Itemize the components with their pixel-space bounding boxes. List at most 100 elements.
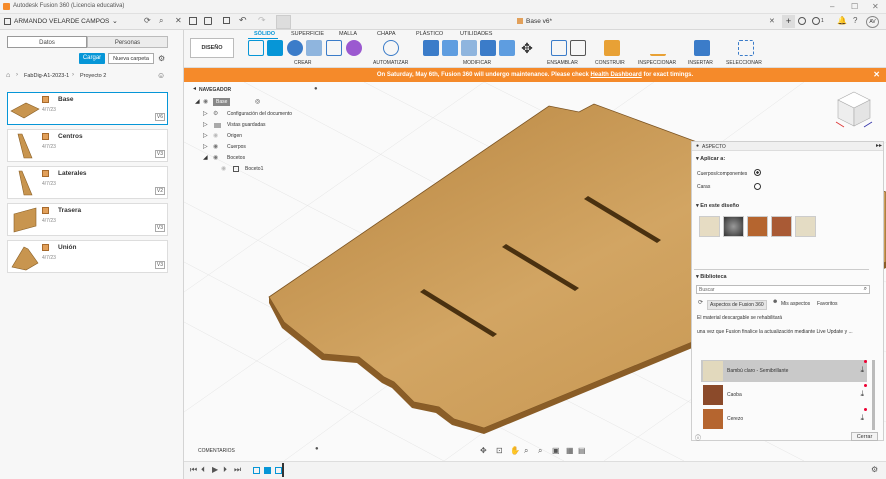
select-icon[interactable] — [738, 40, 754, 56]
avatar[interactable]: AV — [866, 16, 879, 28]
refresh-icon[interactable]: ⟳ — [698, 299, 703, 306]
version-badge[interactable]: V3 — [154, 261, 165, 269]
comments-pin-icon[interactable]: ● — [315, 446, 319, 452]
version-badge[interactable]: V3 — [154, 224, 165, 232]
bell-icon[interactable]: 🔔 — [837, 16, 847, 25]
tab-sheetmetal[interactable]: CHAPA — [377, 31, 396, 37]
measure-icon[interactable] — [650, 40, 666, 56]
sketch-feature-icon[interactable] — [253, 467, 260, 474]
viewcube-icon[interactable] — [834, 88, 874, 132]
group-modify[interactable]: MODIFICAR — [463, 60, 491, 66]
close-banner-icon[interactable]: ✕ — [873, 68, 880, 82]
tab-mesh[interactable]: MALLA — [339, 31, 357, 37]
group-automate[interactable]: AUTOMATIZAR — [373, 60, 408, 66]
job-status-icon[interactable] — [812, 17, 820, 25]
tab-plastic[interactable]: PLÁSTICO — [416, 31, 443, 37]
user-name[interactable]: ARMANDO VELARDE CAMPOS — [14, 18, 109, 25]
undo-icon[interactable]: ↶ — [239, 15, 247, 26]
close-button[interactable]: Cerrar — [851, 432, 878, 441]
revolve-icon[interactable] — [287, 40, 303, 56]
new-folder-button[interactable]: Nueva carpeta — [108, 53, 154, 64]
collapse-icon[interactable]: ◂ — [193, 85, 196, 92]
workspace-dropdown[interactable]: DISEÑO — [190, 38, 234, 58]
expand-icon[interactable]: ▷ — [203, 120, 208, 130]
create-sketch-icon[interactable] — [248, 40, 264, 56]
fillet-icon[interactable] — [442, 40, 458, 56]
display-settings-icon[interactable]: ▣ — [552, 446, 560, 455]
form-icon[interactable] — [346, 40, 362, 56]
zoom-icon[interactable]: ⌕ — [524, 446, 528, 456]
extrude-icon[interactable] — [267, 40, 283, 56]
tab-solid[interactable]: SÓLIDO — [254, 31, 275, 37]
close-panel-icon[interactable]: ✕ — [175, 16, 182, 25]
expand-icon[interactable]: ◢ — [203, 153, 208, 163]
doc-tab-label[interactable]: Base v6* — [526, 18, 552, 25]
sketch-feature-icon[interactable] — [275, 467, 282, 474]
search-icon[interactable]: ⌕ — [864, 286, 867, 293]
redo-icon[interactable]: ↷ — [258, 15, 266, 26]
automate-icon[interactable] — [383, 40, 399, 56]
shell-icon[interactable] — [461, 40, 477, 56]
step-forward-icon[interactable]: ⏵ — [223, 465, 227, 475]
group-assemble[interactable]: ENSAMBLAR — [547, 60, 578, 66]
pan-icon[interactable]: ✋ — [510, 446, 520, 455]
group-inspect[interactable]: INSPECCIONAR — [638, 60, 676, 66]
look-icon[interactable]: ⊡ — [496, 446, 503, 455]
tab-fusion-appearances[interactable]: Aspectos de Fusion 360 — [707, 300, 767, 310]
tab-favorites[interactable]: Favoritos — [817, 301, 838, 307]
close-window-icon[interactable]: ✕ — [872, 2, 879, 11]
tab-people[interactable]: Personas — [87, 36, 168, 48]
tab-utilities[interactable]: UTILIDADES — [460, 31, 492, 37]
tab-surface[interactable]: SUPERFICIE — [291, 31, 324, 37]
new-tab-icon[interactable]: + — [782, 15, 795, 28]
info-icon[interactable]: ⓘ — [695, 433, 701, 442]
chevron-down-icon[interactable]: ⌄ — [112, 17, 118, 25]
home-icon[interactable]: ⌂ — [6, 72, 10, 79]
viewports-icon[interactable]: ▤ — [578, 446, 586, 455]
list-item[interactable]: Unión 4/7/23 V3 — [7, 240, 168, 273]
eye-icon[interactable]: ◉ — [213, 131, 218, 141]
play-icon[interactable]: ▶ — [212, 465, 218, 474]
file-icon[interactable] — [204, 17, 212, 25]
comments-bar[interactable]: COMENTARIOS ● — [193, 446, 323, 456]
swatch-cherry[interactable] — [747, 216, 768, 237]
combine-icon[interactable] — [480, 40, 496, 56]
expand-icon[interactable]: ▷ — [203, 131, 208, 141]
data-panel-icon[interactable] — [189, 17, 197, 25]
download-icon[interactable]: ⤓ — [860, 413, 864, 423]
expand-icon[interactable]: ▷ — [203, 142, 208, 152]
go-end-icon[interactable]: ⏭ — [234, 465, 241, 475]
download-icon[interactable]: ⤓ — [860, 389, 864, 399]
list-item[interactable]: Laterales 4/7/23 V2 — [7, 166, 168, 199]
faces-radio[interactable] — [754, 183, 761, 190]
tab-data[interactable]: Datos — [7, 36, 87, 48]
insert-image-icon[interactable] — [694, 40, 710, 56]
download-icon[interactable]: ⤓ — [860, 365, 864, 375]
offset-plane-icon[interactable] — [604, 40, 620, 56]
library-item[interactable]: Caoba ⤓ — [701, 384, 867, 406]
new-component-icon[interactable] — [551, 40, 567, 56]
save-icon[interactable] — [223, 17, 230, 24]
grid-settings-icon[interactable]: ▦ — [566, 446, 574, 455]
maximize-icon[interactable]: ☐ — [851, 2, 858, 11]
scrollbar[interactable] — [872, 360, 875, 430]
swatch-bamboo[interactable] — [699, 216, 720, 237]
list-item[interactable]: Base 4/7/23 V6 — [7, 92, 168, 125]
swatch-light[interactable] — [795, 216, 816, 237]
close-tab-icon[interactable]: ✕ — [769, 17, 775, 25]
breadcrumb-project[interactable]: FabDig-A1-2023-1 — [24, 73, 69, 79]
expand-icon[interactable]: ▷ — [203, 109, 208, 119]
search-icon[interactable]: ⌕ — [159, 16, 163, 26]
eye-icon[interactable]: ◉ — [213, 142, 218, 152]
refresh-icon[interactable]: ⟳ — [144, 16, 151, 25]
people-icon[interactable]: ☺ — [157, 71, 165, 80]
version-badge[interactable]: V6 — [154, 113, 165, 121]
step-back-icon[interactable]: ⏴ — [201, 465, 205, 475]
group-create[interactable]: CREAR — [294, 60, 312, 66]
help-icon[interactable]: ? — [853, 16, 857, 25]
go-start-icon[interactable]: ⏮ — [190, 465, 197, 475]
home-tab-icon[interactable] — [276, 15, 291, 29]
browser-pin-icon[interactable]: ● — [314, 86, 318, 92]
minimize-icon[interactable]: – — [830, 2, 834, 11]
scale-icon[interactable] — [499, 40, 515, 56]
